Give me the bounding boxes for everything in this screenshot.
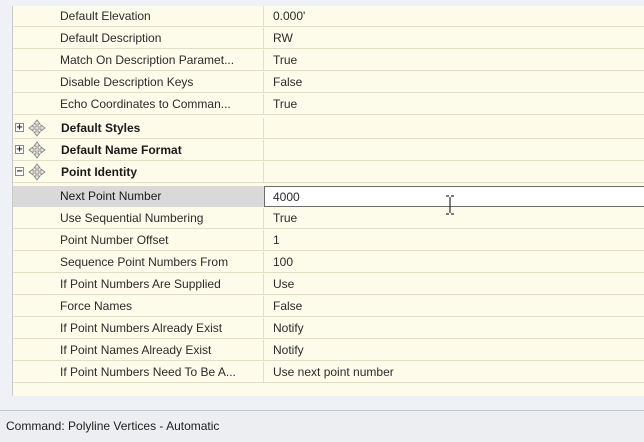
property-value[interactable]: Use xyxy=(265,274,644,295)
property-row-if-point-numbers-are-supplied[interactable]: If Point Numbers Are Supplied Use xyxy=(13,274,644,295)
property-row-use-sequential-numbering[interactable]: Use Sequential Numbering True xyxy=(13,208,644,229)
property-name: If Point Numbers Are Supplied xyxy=(13,274,264,295)
property-name: Default Description xyxy=(13,28,264,49)
property-name: Sequence Point Numbers From xyxy=(13,252,264,273)
property-value[interactable]: RW xyxy=(265,28,644,49)
property-row-if-point-numbers-need-to-be[interactable]: If Point Numbers Need To Be A... Use nex… xyxy=(13,362,644,383)
move-cross-icon xyxy=(28,119,46,137)
move-cross-icon xyxy=(28,163,46,181)
category-header: − Point Identity xyxy=(13,162,264,183)
property-value[interactable]: False xyxy=(265,72,644,93)
property-row-point-number-offset[interactable]: Point Number Offset 1 xyxy=(13,230,644,251)
category-point-identity[interactable]: − Point Identity xyxy=(13,162,644,183)
move-cross-icon xyxy=(28,141,46,159)
property-value[interactable]: Notify xyxy=(265,318,644,339)
category-value xyxy=(265,140,644,161)
expand-icon[interactable]: + xyxy=(15,123,24,133)
category-default-name-format[interactable]: + Default Name Format xyxy=(13,140,644,161)
property-row-force-names[interactable]: Force Names False xyxy=(13,296,644,317)
category-value xyxy=(265,162,644,183)
category-label: Point Identity xyxy=(61,165,137,179)
property-row-match-on-description[interactable]: Match On Description Paramet... True xyxy=(13,50,644,71)
property-value[interactable]: Use next point number xyxy=(265,362,644,383)
property-row-echo-coordinates[interactable]: Echo Coordinates to Comman... True xyxy=(13,94,644,115)
collapse-icon[interactable]: − xyxy=(15,167,24,177)
properties-panel: Default Elevation 0.000' Default Descrip… xyxy=(0,0,644,410)
property-name: Next Point Number xyxy=(13,186,264,207)
category-label: Default Styles xyxy=(61,121,141,135)
category-label: Default Name Format xyxy=(61,143,182,157)
property-value[interactable]: Notify xyxy=(265,340,644,361)
property-name: Use Sequential Numbering xyxy=(13,208,264,229)
command-status-bar: Command: Polyline Vertices - Automatic xyxy=(0,410,644,442)
property-name: Force Names xyxy=(13,296,264,317)
property-row-sequence-point-numbers-from[interactable]: Sequence Point Numbers From 100 xyxy=(13,252,644,273)
category-default-styles[interactable]: + Default Styles xyxy=(13,118,644,139)
property-row-if-point-numbers-already-exist[interactable]: If Point Numbers Already Exist Notify xyxy=(13,318,644,339)
property-value[interactable]: 1 xyxy=(265,230,644,251)
expand-icon[interactable]: + xyxy=(15,145,24,155)
property-value[interactable]: 100 xyxy=(265,252,644,273)
property-name: Default Elevation xyxy=(13,6,264,27)
category-header: + Default Name Format xyxy=(13,140,264,161)
category-value xyxy=(265,118,644,139)
text-cursor-icon xyxy=(446,195,454,215)
property-name: Echo Coordinates to Comman... xyxy=(13,94,264,115)
property-row-default-elevation[interactable]: Default Elevation 0.000' xyxy=(13,6,644,27)
property-grid: Default Elevation 0.000' Default Descrip… xyxy=(12,6,644,396)
property-name: If Point Numbers Need To Be A... xyxy=(13,362,264,383)
property-row-next-point-number[interactable]: Next Point Number 4000 xyxy=(13,186,644,207)
property-value[interactable]: True xyxy=(265,50,644,71)
property-row-default-description[interactable]: Default Description RW xyxy=(13,28,644,49)
category-header: + Default Styles xyxy=(13,118,264,139)
property-name: If Point Names Already Exist xyxy=(13,340,264,361)
property-value[interactable]: False xyxy=(265,296,644,317)
property-name: Disable Description Keys xyxy=(13,72,264,93)
property-value[interactable]: True xyxy=(265,94,644,115)
property-name: Match On Description Paramet... xyxy=(13,50,264,71)
property-value[interactable]: 0.000' xyxy=(265,6,644,27)
property-name: If Point Numbers Already Exist xyxy=(13,318,264,339)
property-row-disable-description-keys[interactable]: Disable Description Keys False xyxy=(13,72,644,93)
property-row-if-point-names-already-exist[interactable]: If Point Names Already Exist Notify xyxy=(13,340,644,361)
property-name: Point Number Offset xyxy=(13,230,264,251)
